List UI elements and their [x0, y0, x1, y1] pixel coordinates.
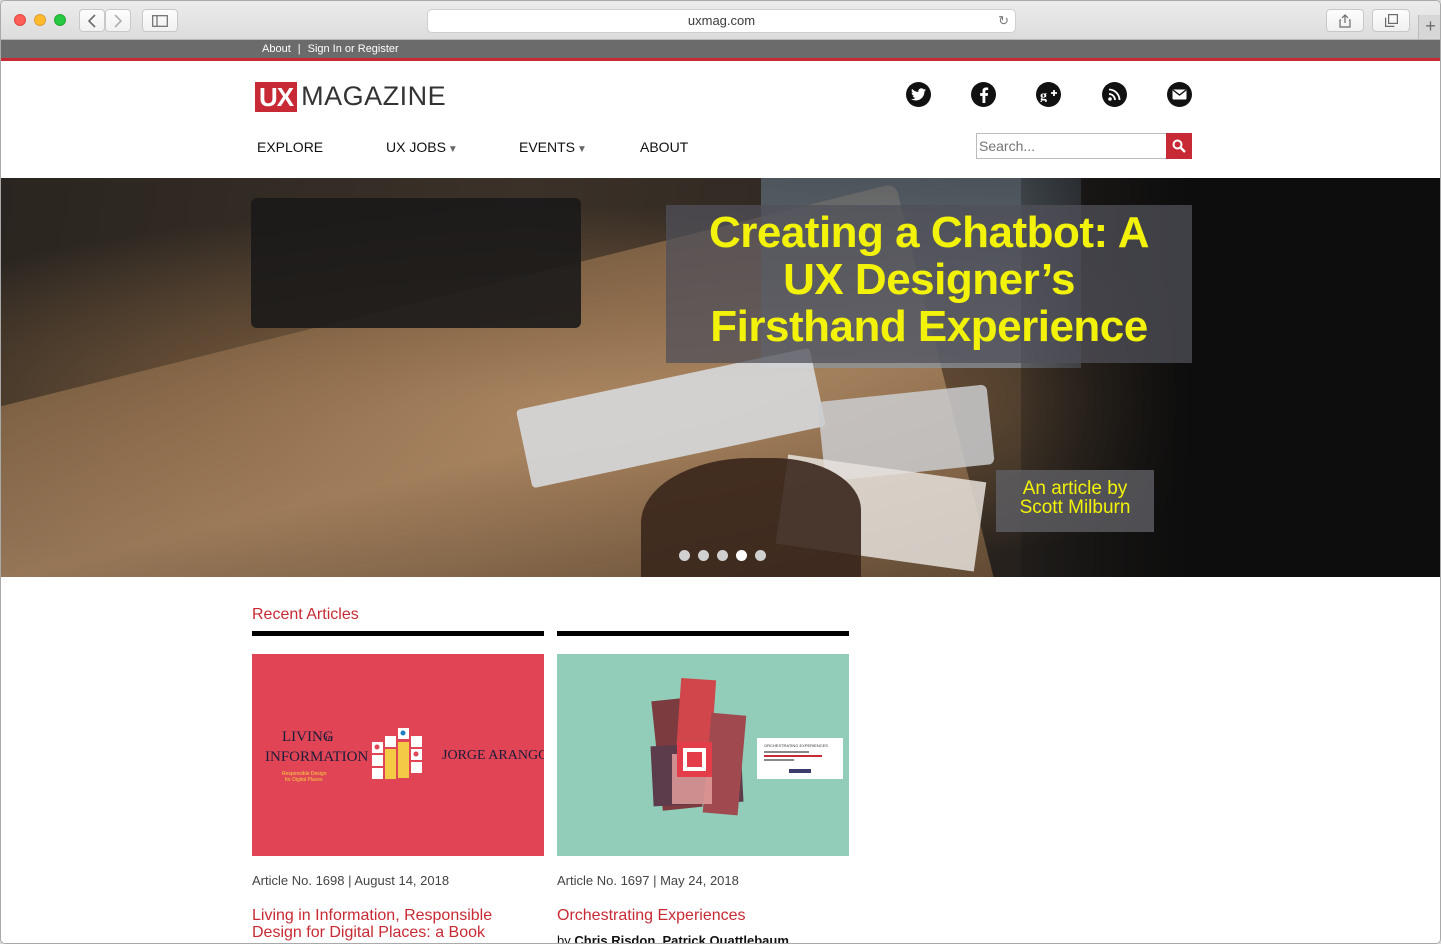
article-title-line1: Living in Information, Responsible: [252, 907, 493, 924]
hero-headline[interactable]: Creating a Chatbot: A UX Designer’s Firs…: [666, 205, 1192, 363]
search-input[interactable]: [976, 133, 1166, 159]
article-title-line1: Orchestrating Experiences: [557, 907, 746, 924]
carousel-dots: [679, 550, 766, 561]
author-prefix: by: [557, 933, 571, 944]
chevron-right-icon: [114, 13, 123, 28]
article-meta: Article No. 1698 | August 14, 2018: [252, 873, 450, 888]
cover-card-title: ORCHESTRATING EXPERIENCES: [764, 743, 828, 748]
hero-byline-line1: An article by: [1022, 478, 1128, 499]
article-title-link[interactable]: Orchestrating Experiences: [557, 907, 849, 924]
cover-illustration: [372, 728, 422, 779]
book-cover-orchestrating-experiences: ORCHESTRATING EXPERIENCES: [650, 677, 843, 816]
twitter-icon[interactable]: [906, 82, 931, 107]
share-icon: [1339, 13, 1351, 28]
sidebar-button[interactable]: [142, 9, 178, 32]
address-bar[interactable]: uxmag.com ↻: [427, 9, 1016, 33]
facebook-icon[interactable]: [971, 82, 996, 107]
search-icon: [1172, 139, 1186, 153]
share-button[interactable]: [1326, 9, 1364, 32]
address-bar-url: uxmag.com: [687, 13, 756, 28]
carousel-dot[interactable]: [736, 550, 747, 561]
nav-explore-label: EXPLORE: [257, 139, 324, 155]
cover-left-sub2: for Digital Places: [285, 777, 323, 783]
carousel-dot[interactable]: [698, 550, 709, 561]
hero-byline: An article by Scott Milburn: [996, 470, 1154, 532]
reload-icon[interactable]: ↻: [998, 10, 1009, 32]
article-meta: Article No. 1697 | May 24, 2018: [557, 873, 739, 888]
article-title-line2: Design for Digital Places: a Book: [252, 924, 485, 941]
caret-down-icon: ▼: [577, 144, 587, 155]
article-author: by Chris Risdon, Patrick Quattlebaum: [557, 933, 789, 944]
email-icon[interactable]: [1167, 82, 1192, 107]
nav-events[interactable]: EVENTS ▼: [519, 139, 587, 155]
minimize-window-button[interactable]: [34, 14, 46, 26]
logo-magazine: MAGAZINE: [301, 81, 447, 111]
browser-window: uxmag.com ↻ + About | Sign In or Register …: [0, 0, 1441, 944]
hero-headline-line2: UX Designer’s: [783, 255, 1075, 304]
back-button[interactable]: [79, 9, 105, 32]
hero-headline-line3: Firsthand Experience: [710, 302, 1148, 351]
top-utility-bar: About | Sign In or Register: [1, 40, 1440, 61]
new-tab-button[interactable]: +: [1418, 15, 1440, 39]
nav-events-label: EVENTS: [519, 139, 576, 155]
book-cover-living-in-information: LIVING in INFORMATION Responsible Design…: [265, 728, 544, 783]
nav-about-label: ABOUT: [640, 139, 689, 155]
nav-ux-jobs-label: UX JOBS: [386, 139, 446, 155]
logo-ux: UX: [255, 81, 298, 112]
caret-down-icon: ▼: [447, 144, 458, 155]
google-plus-icon[interactable]: g: [1036, 82, 1061, 107]
hero-carousel[interactable]: Creating a Chatbot: A UX Designer’s Firs…: [1, 178, 1440, 577]
cover-right-name: JORGE ARANGO: [442, 748, 544, 763]
sidebar-icon: [152, 14, 168, 27]
article-thumbnail-living-in-information[interactable]: LIVING in INFORMATION Responsible Design…: [252, 654, 544, 856]
tabs-overview-button[interactable]: [1372, 9, 1410, 32]
carousel-dot[interactable]: [679, 550, 690, 561]
nav-about[interactable]: ABOUT: [640, 139, 688, 155]
tabs-icon: [1384, 14, 1398, 27]
cover-left-title2: in: [325, 733, 333, 744]
author-names[interactable]: Chris Risdon, Patrick Quattlebaum: [574, 933, 789, 943]
chevron-left-icon: [87, 13, 96, 28]
hero-byline-author: Scott Milburn: [1019, 497, 1131, 518]
search-button[interactable]: [1166, 133, 1192, 159]
svg-text:g: g: [1040, 89, 1047, 102]
hero-headline-line1: Creating a Chatbot: A: [708, 208, 1150, 257]
sign-in-register-link[interactable]: Sign In or Register: [308, 43, 399, 55]
site-logo[interactable]: UX MAGAZINE: [255, 81, 446, 112]
topbar-separator: |: [297, 43, 301, 55]
recent-articles-heading: Recent Articles: [252, 606, 359, 623]
forward-button[interactable]: [105, 9, 131, 32]
carousel-dot[interactable]: [755, 550, 766, 561]
article-title-link[interactable]: Living in Information, Responsible Desig…: [252, 907, 544, 941]
article-thumbnail-orchestrating-experiences[interactable]: ORCHESTRATING EXPERIENCES: [557, 654, 849, 856]
rss-icon[interactable]: [1102, 82, 1127, 107]
nav-explore[interactable]: EXPLORE: [257, 139, 323, 155]
zoom-window-button[interactable]: [54, 14, 66, 26]
cover-left-title3: INFORMATION: [265, 749, 369, 765]
about-link[interactable]: About: [262, 43, 291, 55]
hero-image-equipment: [251, 198, 581, 328]
close-window-button[interactable]: [14, 14, 26, 26]
carousel-dot[interactable]: [717, 550, 728, 561]
section-divider: [557, 631, 849, 636]
nav-ux-jobs[interactable]: UX JOBS ▼: [386, 139, 458, 155]
web-page: About | Sign In or Register UX MAGAZINE g …: [1, 40, 1440, 944]
section-divider: [252, 631, 544, 636]
browser-toolbar: uxmag.com ↻ +: [1, 1, 1440, 40]
